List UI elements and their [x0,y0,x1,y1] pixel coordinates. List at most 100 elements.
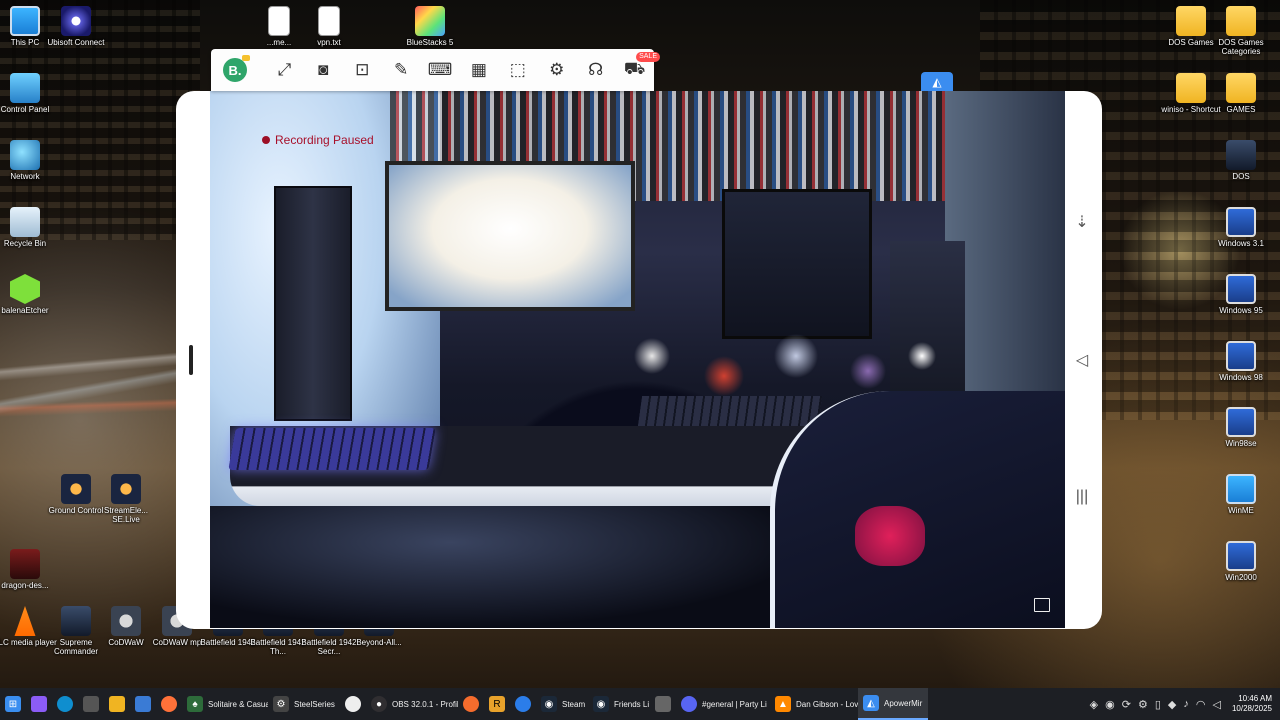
desktop-icon-control-panel[interactable]: Control Panel [0,73,58,114]
fullscreen-button[interactable]: ⤢ [265,49,304,91]
clock[interactable]: 10:46 AM 10/28/2025 [1228,694,1272,714]
desktop-icon-windows-95[interactable]: Windows 95 [1208,274,1274,315]
start-button[interactable]: ⊞ [0,688,26,720]
taskbar-discord[interactable]: #general | Party Li [676,688,770,720]
desktop-icon-win98se[interactable]: Win98se [1208,407,1274,448]
screenshot-button[interactable]: ◙ [304,49,343,91]
taskbar-steam[interactable]: ◉ Steam [536,688,588,720]
camera-pink-pillow [855,506,925,566]
camera-floor [210,506,810,628]
taskbar-file-explorer[interactable] [104,688,130,720]
taskbar-steam-friends[interactable]: ◉ Friends Li [588,688,650,720]
clock-date: 10/28/2025 [1231,704,1272,713]
clock-time: 10:46 AM [1238,694,1272,703]
desktop-icon-win2000[interactable]: Win2000 [1208,541,1274,582]
select-area-button[interactable]: ⬚ [498,49,537,91]
window-toggle-icon[interactable] [1034,598,1050,612]
desktop-icon-recycle-bin[interactable]: Recycle Bin [0,207,58,248]
wifi-icon[interactable]: ◠ [1196,698,1206,711]
mirrored-phone-screen[interactable] [210,91,1065,628]
back-icon[interactable]: ◁ [1073,350,1091,370]
desktop-icon-streamelements[interactable]: StreamEle... SE.Live [93,474,159,524]
record-dot-icon [262,136,270,144]
recent-apps-icon[interactable]: ||| [1073,488,1091,506]
desktop-icon-network[interactable]: Network [0,140,58,181]
shield-icon[interactable]: ◆ [1168,698,1176,711]
volume-icon[interactable]: ◁ [1212,698,1220,711]
desktop-icon-windows-98[interactable]: Windows 98 [1208,341,1274,382]
desktop-icon-bluestacks[interactable]: BlueStacks 5 [397,6,463,47]
steam-friends-icon: ◉ [593,696,609,712]
sale-badge: SALE [636,52,660,62]
support-button[interactable]: ☊ [576,49,615,91]
ground-control-icon [61,474,91,504]
user-avatar[interactable]: B. [223,55,250,82]
desktop-icon-vpn-txt[interactable]: vpn.txt [296,6,362,47]
ubisoft-icon [61,6,91,36]
mirror-toolbar: B. ⤢ ◙ ⊡ ✎ ⌨ ▦ ⬚ ⚙ ☊ ⛟ SALE [211,49,660,91]
camera-monitor-left [385,161,635,311]
chat-icon [655,696,671,712]
battery-icon[interactable]: ▯ [1155,698,1161,711]
etcher-icon [10,274,40,304]
annotate-button[interactable]: ✎ [382,49,421,91]
settings-button[interactable]: ⚙ [537,49,576,91]
network-icon [10,140,40,170]
taskbar-solitaire[interactable]: ♠ Solitaire & Casual [182,688,268,720]
folder-icon [1226,6,1256,36]
desktop-icon-games[interactable]: GAMES [1208,73,1274,114]
winme-icon [1226,474,1256,504]
steam-tray-icon[interactable]: ◉ [1105,698,1115,711]
drive-icon [1226,140,1256,170]
taskbar-r-app[interactable]: R [484,688,510,720]
codwaw-icon [111,606,141,636]
file-explorer-icon [109,696,125,712]
taskbar-steelseries[interactable]: ⚙ SteelSeries [268,688,340,720]
taskbar-obs[interactable]: ● OBS 32.0.1 - Profil [366,688,458,720]
taskbar: ⊞ ♠ Solitaire & Casual ⚙ SteelSeries ● OBS … [0,688,1280,720]
document-icon [318,6,340,36]
camera-pc-tower [274,186,352,421]
desktop-icon-dos-games-categories[interactable]: DOS Games Categories [1208,6,1274,56]
desktop-icon-ubisoft[interactable]: Ubisoft Connect [43,6,109,47]
camera-keyboard-rgb [228,428,436,470]
desktop-icon-dragon-des[interactable]: dragon-des... [0,549,58,590]
desktop-icon-dos[interactable]: DOS [1208,140,1274,181]
taskbar-store[interactable] [78,688,104,720]
keyboard-button[interactable]: ⌨ [421,49,460,91]
apowermirror-badge-icon[interactable]: ◭ [921,72,953,92]
discord-tray-icon[interactable]: ◈ [1090,698,1098,711]
taskbar-copilot[interactable] [26,688,52,720]
wallpaper-icon: ▦ [470,60,487,79]
taskbar-bluestacks[interactable] [510,688,536,720]
folder-icon [1176,73,1206,103]
win98se-icon [1226,407,1256,437]
fullscreen-icon: ⤢ [277,60,292,79]
desktop-icon-balenaetcher[interactable]: balenaEtcher [0,274,58,315]
mic-icon[interactable]: ♪ [1183,698,1189,710]
taskbar-edge[interactable] [52,688,78,720]
folder-icon [1226,73,1256,103]
monitor-icon [10,6,40,36]
taskbar-vlc[interactable]: ▲ Dan Gibson - Lov [770,688,858,720]
cart-button[interactable]: ⛟ SALE [615,49,660,91]
wallpaper-button[interactable]: ▦ [459,49,498,91]
rotate-icon[interactable]: ⇣ [1073,212,1091,232]
gear-tray-icon[interactable]: ⚙ [1138,698,1148,711]
bluestacks-icon [515,696,531,712]
taskbar-origin[interactable] [458,688,484,720]
taskbar-photos[interactable] [130,688,156,720]
supreme-commander-icon [61,606,91,636]
taskbar-firefox[interactable] [156,688,182,720]
desktop-icon-winme[interactable]: WinME [1208,474,1274,515]
sync-icon[interactable]: ⟳ [1122,698,1131,711]
desktop-icon-windows-31[interactable]: Windows 3.1 [1208,207,1274,248]
taskbar-chat[interactable] [650,688,676,720]
steam-icon: ◉ [541,696,557,712]
taskbar-apowermirror[interactable]: ◭ ApowerMir [858,688,928,720]
solitaire-icon: ♠ [187,696,203,712]
record-button[interactable]: ⊡ [343,49,382,91]
taskbar-unknown-app[interactable] [340,688,366,720]
settings-icon: ⚙ [549,60,565,79]
drag-handle[interactable] [189,345,193,375]
